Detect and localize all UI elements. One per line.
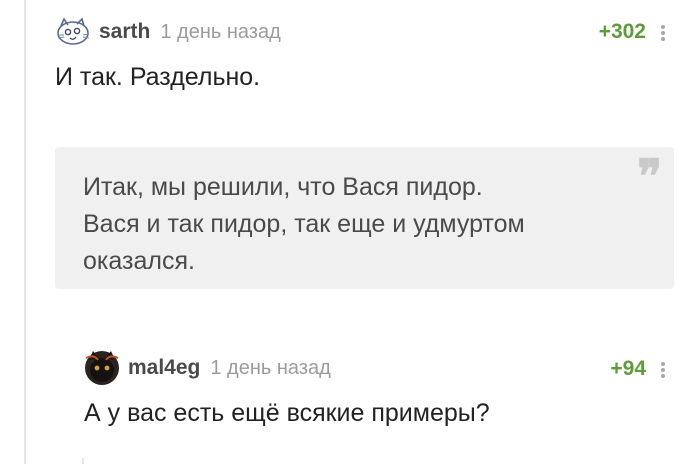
reply-thread-line xyxy=(82,458,84,464)
more-options-icon[interactable] xyxy=(660,362,666,378)
rating-score: +302 xyxy=(598,20,646,43)
comment-header: sarth 1 день назад xyxy=(55,17,281,47)
quote-line: Вася и так пидор, так еще и удмуртом xyxy=(83,210,525,238)
thread-line xyxy=(24,0,26,464)
username[interactable]: mal4eg xyxy=(128,356,200,380)
avatar[interactable] xyxy=(84,351,120,385)
username[interactable]: sarth xyxy=(99,20,150,44)
timestamp[interactable]: 1 день назад xyxy=(210,357,330,380)
black-cat-avatar-icon xyxy=(85,351,119,385)
quote-line: оказался. xyxy=(83,247,195,275)
quote-mark-icon: ❞ xyxy=(637,149,662,203)
quote-text: Итак, мы решили, что Вася пидор. Вася и … xyxy=(83,169,525,280)
more-options-icon[interactable] xyxy=(660,25,666,41)
comment-header: mal4eg 1 день назад xyxy=(84,351,331,385)
quote-line: Итак, мы решили, что Вася пидор. xyxy=(83,173,483,201)
comment-text: И так. Раздельно. xyxy=(55,63,261,91)
cat-sketch-avatar-icon xyxy=(57,17,90,45)
comment-text: А у вас есть ещё всякие примеры? xyxy=(84,399,490,427)
rating-score: +94 xyxy=(610,357,646,380)
avatar[interactable] xyxy=(55,17,91,47)
quote-block: Итак, мы решили, что Вася пидор. Вася и … xyxy=(55,147,674,289)
timestamp[interactable]: 1 день назад xyxy=(160,21,280,44)
